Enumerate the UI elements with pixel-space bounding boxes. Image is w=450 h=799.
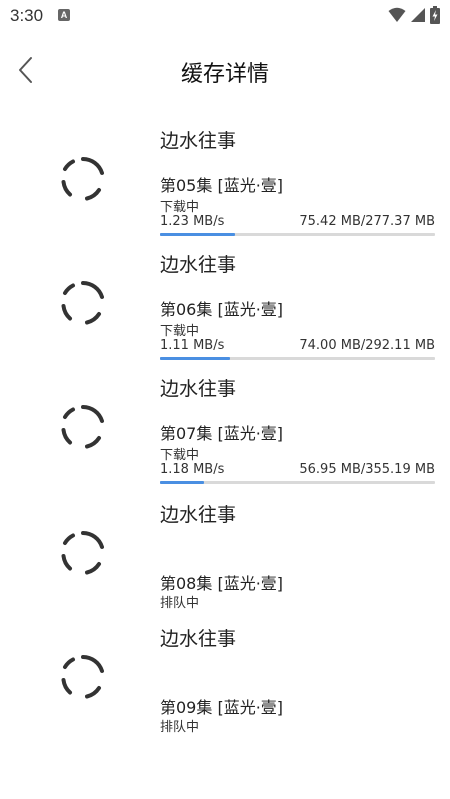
loading-spinner-icon xyxy=(61,405,104,449)
episode-title: 第08集 [蓝光·壹] xyxy=(160,574,284,593)
download-task-item[interactable]: 边水往事 第06集 [蓝光·壹] 下载中 1.11 MB/s 74.00 MB/… xyxy=(0,246,450,370)
download-task-item[interactable]: 边水往事 第08集 [蓝光·壹] 排队中 xyxy=(0,496,450,620)
progress-fill xyxy=(160,233,235,236)
loading-spinner-icon xyxy=(61,655,104,699)
wifi-icon xyxy=(388,7,406,22)
episode-title: 第09集 [蓝光·壹] xyxy=(160,698,284,717)
progress-fill xyxy=(160,481,204,484)
task-info: 边水往事 第05集 [蓝光·壹] 下载中 1.23 MB/s 75.42 MB/… xyxy=(160,122,435,246)
progress-bar xyxy=(160,233,435,236)
download-status: 下载中 xyxy=(160,200,200,215)
task-info: 边水往事 第09集 [蓝光·壹] 排队中 xyxy=(160,620,435,744)
download-status: 下载中 xyxy=(160,324,200,339)
status-time: 3:30 xyxy=(10,6,44,25)
task-info: 边水往事 第07集 [蓝光·壹] 下载中 1.18 MB/s 56.95 MB/… xyxy=(160,370,435,494)
download-speed: 1.18 MB/s xyxy=(160,462,225,477)
series-title: 边水往事 xyxy=(160,254,237,276)
notification-a-icon: A xyxy=(58,9,70,21)
signal-icon xyxy=(411,8,425,22)
loading-spinner-icon xyxy=(61,531,104,575)
loading-spinner-icon xyxy=(61,157,104,201)
episode-title: 第05集 [蓝光·壹] xyxy=(160,176,284,195)
status-icons xyxy=(388,6,440,24)
status-bar: 3:30 A xyxy=(0,0,450,32)
series-title: 边水往事 xyxy=(160,130,237,152)
episode-title: 第06集 [蓝光·壹] xyxy=(160,300,284,319)
series-title: 边水往事 xyxy=(160,504,237,526)
page-title: 缓存详情 xyxy=(180,62,269,87)
download-task-item[interactable]: 边水往事 第05集 [蓝光·壹] 下载中 1.23 MB/s 75.42 MB/… xyxy=(0,122,450,246)
progress-fill xyxy=(160,357,230,360)
download-size: 74.00 MB/292.11 MB xyxy=(299,338,435,353)
battery-charging-icon xyxy=(430,6,440,24)
download-size: 75.42 MB/277.37 MB xyxy=(299,214,435,229)
download-status: 排队中 xyxy=(160,720,200,735)
task-info: 边水往事 第06集 [蓝光·壹] 下载中 1.11 MB/s 74.00 MB/… xyxy=(160,246,435,370)
download-speed: 1.23 MB/s xyxy=(160,214,225,229)
download-status: 下载中 xyxy=(160,448,200,463)
download-size: 56.95 MB/355.19 MB xyxy=(299,462,435,477)
series-title: 边水往事 xyxy=(160,628,237,650)
task-info: 边水往事 第08集 [蓝光·壹] 排队中 xyxy=(160,496,435,620)
download-speed: 1.11 MB/s xyxy=(160,338,225,353)
header: 缓存详情 xyxy=(0,40,450,100)
progress-bar xyxy=(160,481,435,484)
download-task-item[interactable]: 边水往事 第07集 [蓝光·壹] 下载中 1.18 MB/s 56.95 MB/… xyxy=(0,370,450,494)
download-task-item[interactable]: 边水往事 第09集 [蓝光·壹] 排队中 xyxy=(0,620,450,744)
download-status: 排队中 xyxy=(160,596,200,611)
series-title: 边水往事 xyxy=(160,378,237,400)
loading-spinner-icon xyxy=(61,281,104,325)
progress-bar xyxy=(160,357,435,360)
episode-title: 第07集 [蓝光·壹] xyxy=(160,424,284,443)
